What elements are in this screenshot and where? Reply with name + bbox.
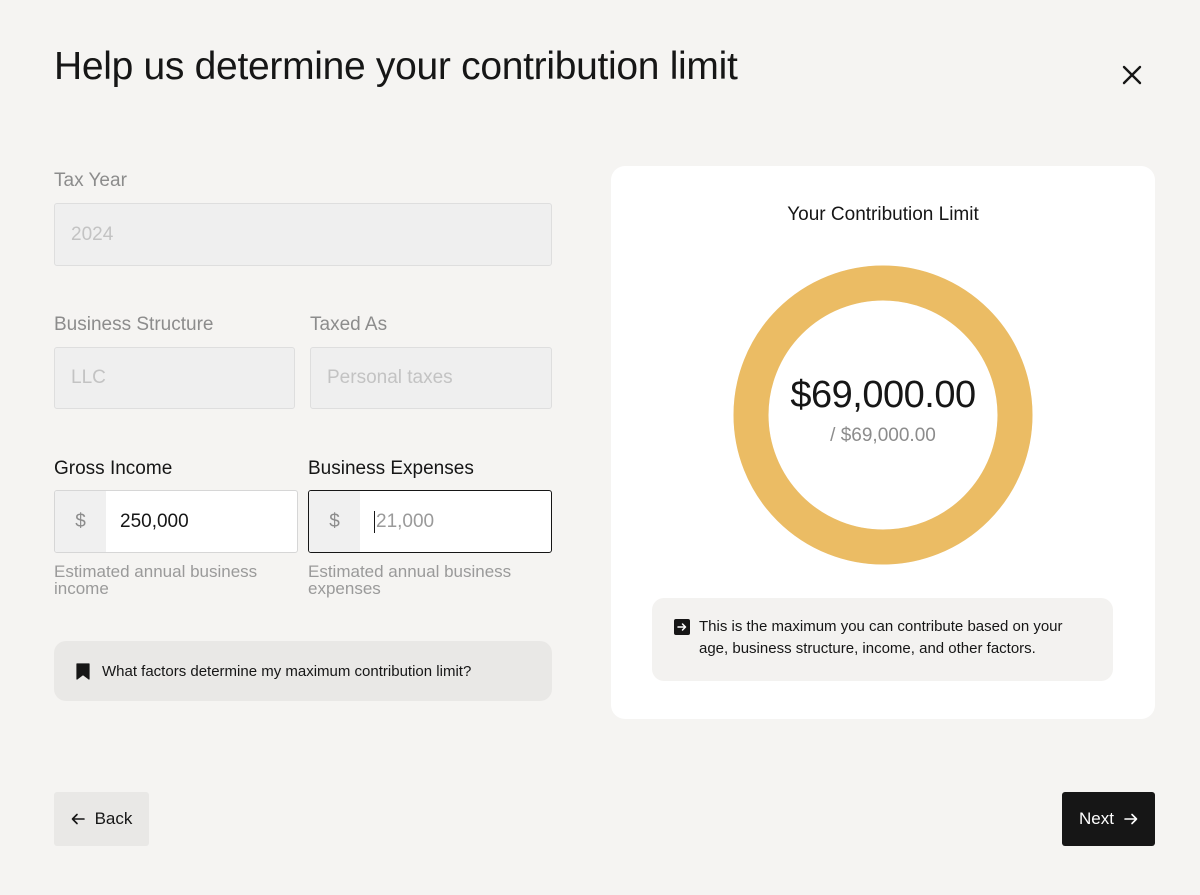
contribution-limit-faq[interactable]: What factors determine my maximum contri… [54, 641, 552, 701]
contribution-amount: $69,000.00 [790, 374, 976, 416]
arrow-right-square-icon [674, 619, 690, 635]
close-button[interactable] [1116, 59, 1148, 91]
contribution-limit-card: Your Contribution Limit $69,000.00 / $69… [611, 166, 1155, 719]
business-structure-label: Business Structure [54, 314, 214, 335]
gross-income-helper: Estimated annual business income [54, 562, 258, 598]
business-expenses-input[interactable]: 21,000 [360, 491, 551, 552]
gross-income-label: Gross Income [54, 458, 173, 479]
arrow-right-icon [1124, 813, 1138, 825]
contribution-total: / $69,000.00 [830, 425, 936, 446]
gross-income-value[interactable]: 250,000 [106, 491, 297, 552]
card-title: Your Contribution Limit [787, 204, 979, 225]
close-icon [1122, 65, 1142, 85]
bookmark-icon [76, 662, 90, 680]
business-expenses-field[interactable]: $ 21,000 [308, 490, 552, 553]
taxed-as-input: Personal taxes [310, 347, 552, 409]
business-structure-input: LLC [54, 347, 295, 409]
taxed-as-value: Personal taxes [327, 367, 453, 388]
next-button[interactable]: Next [1062, 792, 1155, 846]
business-structure-value: LLC [71, 367, 106, 388]
tax-year-label: Tax Year [54, 170, 127, 191]
next-label: Next [1079, 809, 1114, 828]
tax-year-input: 2024 [54, 203, 552, 266]
arrow-left-icon [71, 813, 85, 825]
page-title: Help us determine your contribution limi… [54, 45, 738, 88]
currency-prefix: $ [309, 491, 360, 552]
faq-text: What factors determine my maximum contri… [102, 662, 472, 680]
info-note: This is the maximum you can contribute b… [652, 598, 1113, 681]
currency-prefix: $ [55, 491, 106, 552]
business-expenses-label: Business Expenses [308, 458, 474, 479]
business-expenses-value: 21,000 [376, 510, 435, 532]
back-label: Back [94, 809, 133, 828]
back-button[interactable]: Back [54, 792, 149, 846]
text-caret [374, 510, 375, 533]
taxed-as-label: Taxed As [310, 314, 388, 335]
tax-year-value: 2024 [71, 223, 114, 245]
info-text: This is the maximum you can contribute b… [699, 618, 1063, 657]
gross-income-field[interactable]: $ 250,000 [54, 490, 298, 553]
business-expenses-helper: Estimated annual business expenses [308, 562, 512, 598]
